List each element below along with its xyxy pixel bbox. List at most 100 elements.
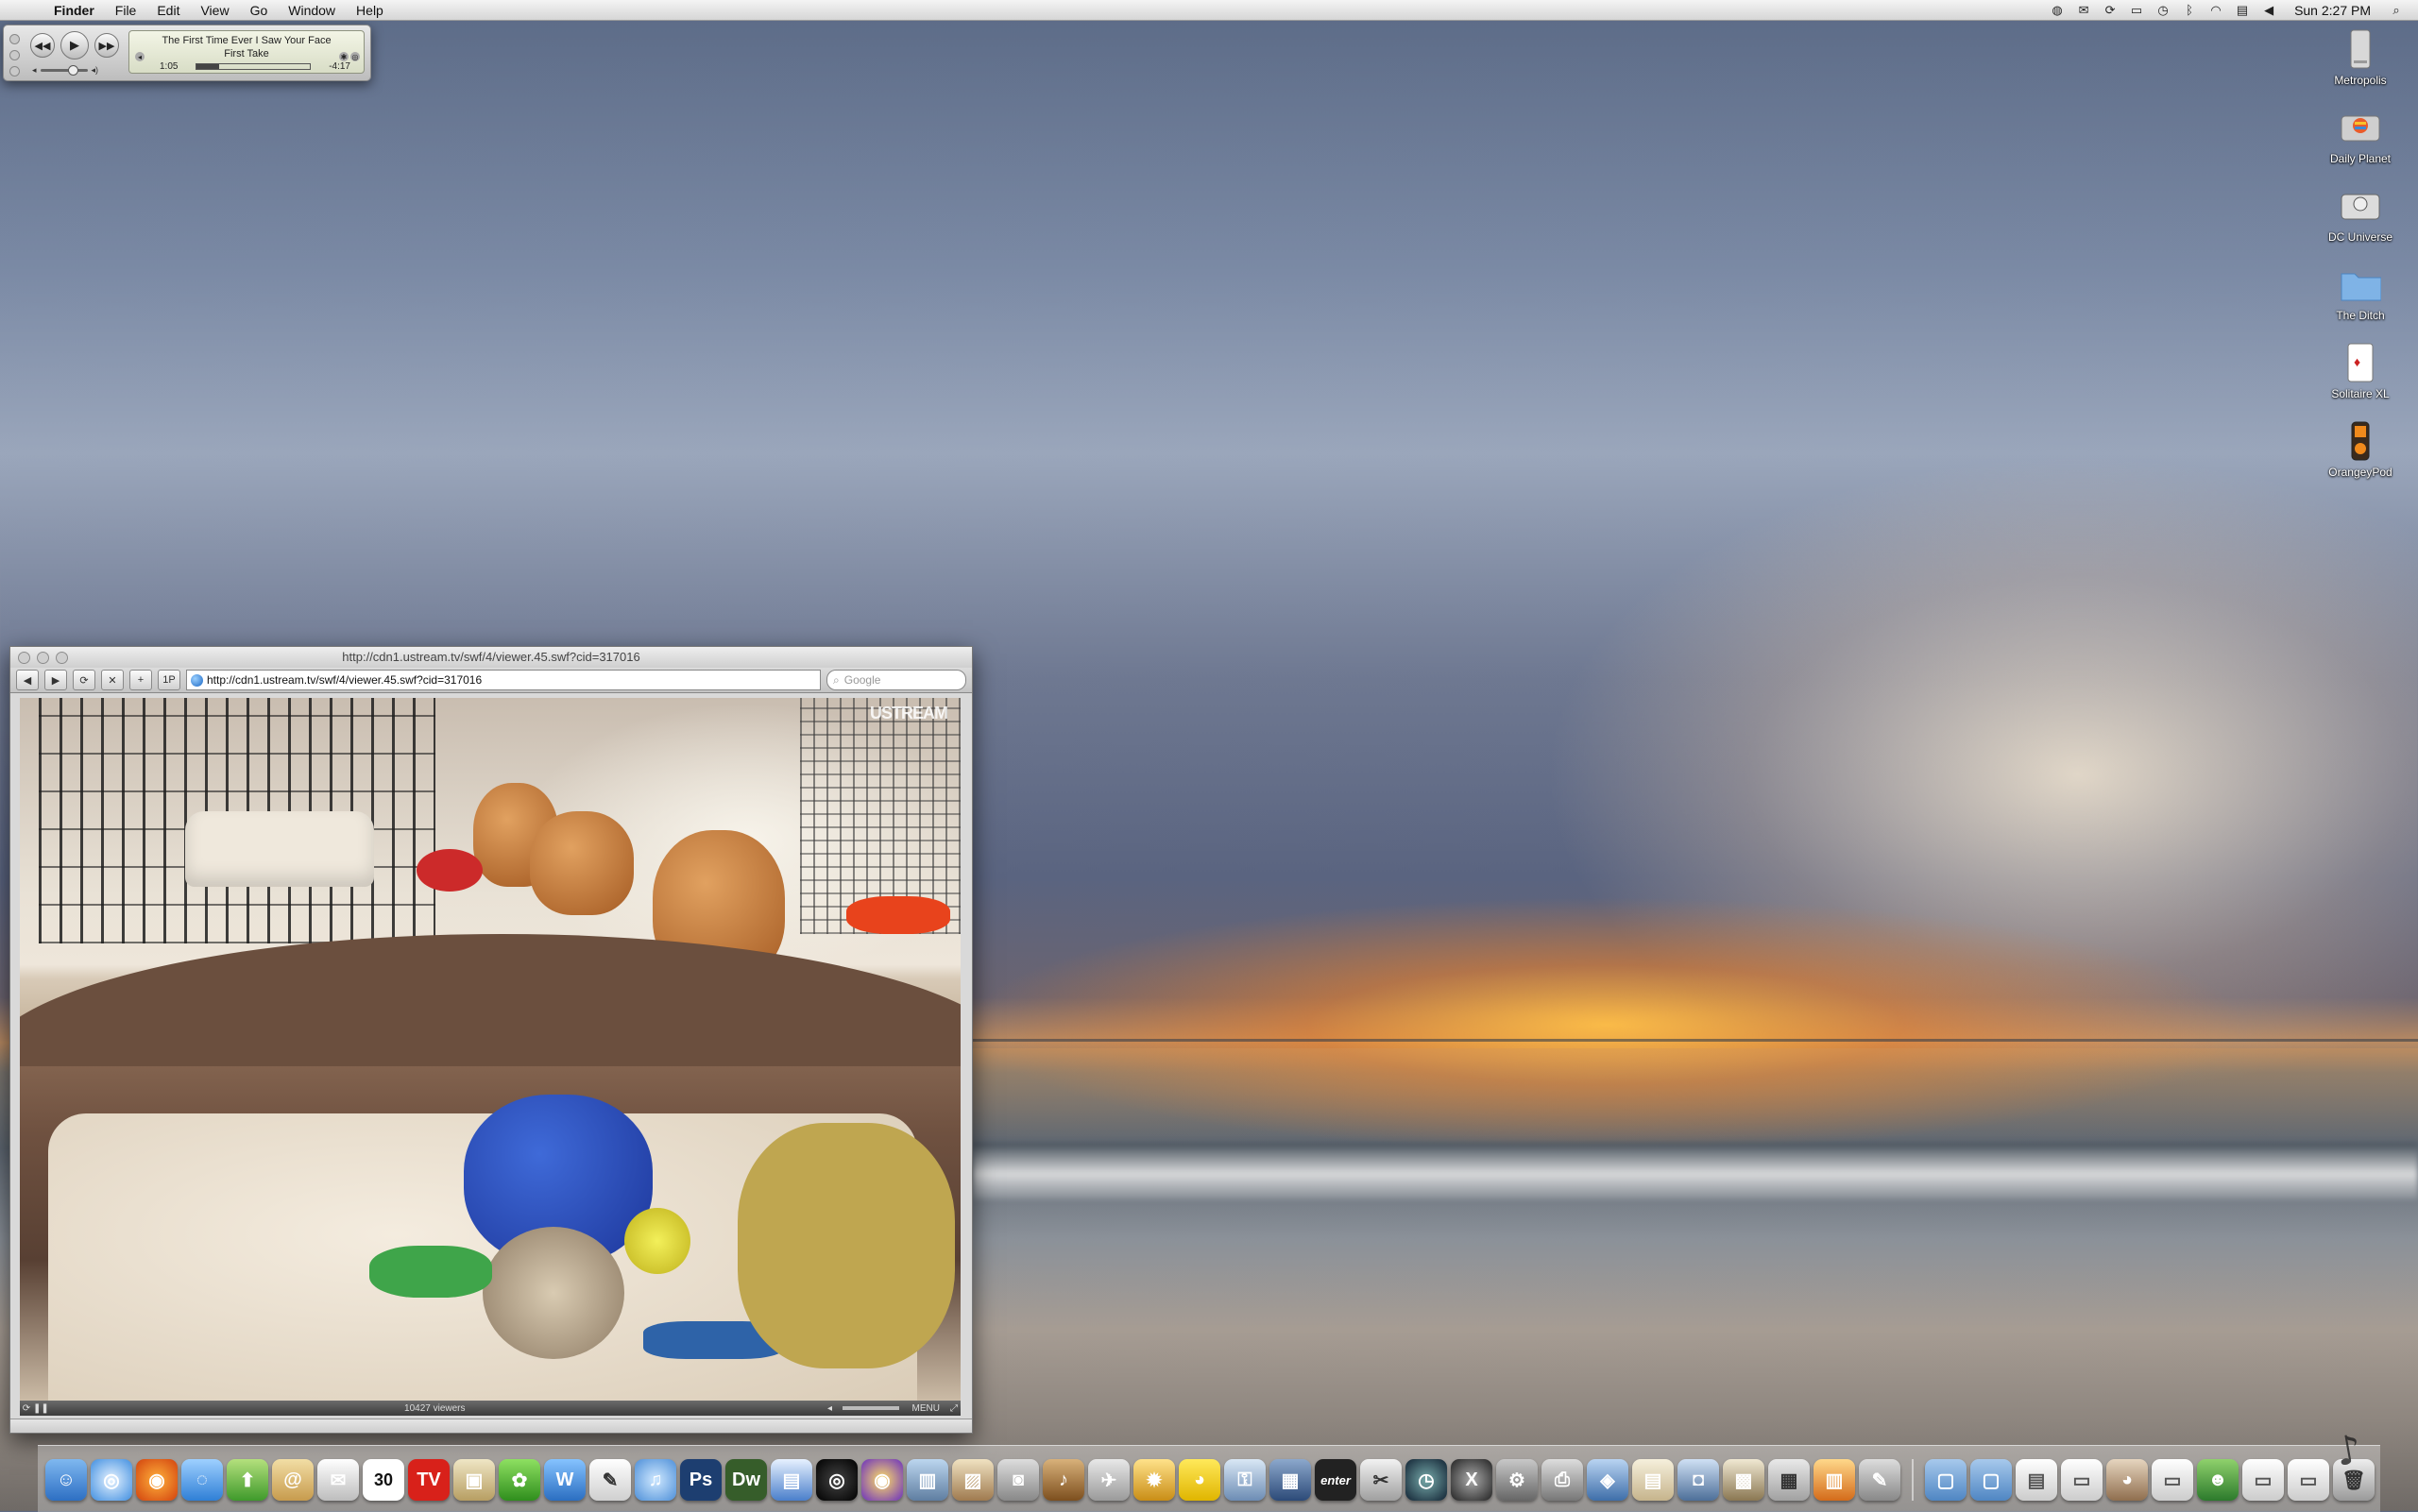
play-button[interactable]: ▶ (60, 31, 89, 59)
wireless-app-icon[interactable]: W (544, 1459, 586, 1501)
network-utility-icon[interactable]: ◈ (1587, 1459, 1628, 1501)
enter-key-icon[interactable]: enter (1315, 1459, 1356, 1501)
video-menu-button[interactable]: MENU (912, 1403, 940, 1414)
finder-icon[interactable]: ☺ (45, 1459, 87, 1501)
mail-icon[interactable]: ✉ (2075, 3, 2092, 18)
close-button[interactable] (9, 34, 20, 44)
utility-icon[interactable]: ✎ (1859, 1459, 1900, 1501)
ichat-icon[interactable]: ◌ (181, 1459, 223, 1501)
apple-menu-icon[interactable] (17, 3, 32, 18)
add-bookmark-button[interactable]: + (129, 670, 152, 690)
stamps-icon[interactable]: ▩ (1723, 1459, 1764, 1501)
document-stack-icon[interactable]: ▤ (2016, 1459, 2057, 1501)
mail-stamp-icon[interactable]: ✉ (317, 1459, 359, 1501)
calculator-icon[interactable]: ▦ (1768, 1459, 1810, 1501)
window-titlebar[interactable]: http://cdn1.ustream.tv/swf/4/viewer.45.s… (10, 647, 972, 668)
app-store-icon[interactable]: ▥ (907, 1459, 948, 1501)
track-progress-bar[interactable] (196, 63, 312, 70)
printer-icon[interactable]: ⎙ (1541, 1459, 1583, 1501)
pdf-button[interactable]: 1P (158, 670, 180, 690)
pause-icon[interactable]: ❚❚ (33, 1403, 49, 1414)
menu-help[interactable]: Help (346, 3, 394, 18)
menubar-clock[interactable]: Sun 2:27 PM (2287, 3, 2378, 18)
desktop-icon-orangeypod[interactable]: OrangeyPod (2308, 420, 2412, 479)
desktop-icon-dc-universe[interactable]: DC Universe (2308, 185, 2412, 244)
volume-knob[interactable] (67, 64, 78, 76)
spotlight-search-icon[interactable]: ⌕ (2388, 3, 2405, 18)
photoshop-icon[interactable]: Ps (680, 1459, 722, 1501)
dvd-player-icon[interactable]: ◎ (816, 1459, 858, 1501)
garageband-icon[interactable]: ♪ (1043, 1459, 1084, 1501)
bluetooth-icon[interactable]: ᛒ (2181, 3, 2198, 18)
search-field[interactable]: ⌕ Google (826, 670, 966, 690)
minimized-window-2-icon[interactable]: ▭ (2242, 1459, 2284, 1501)
color-picker-icon[interactable]: ◉ (861, 1459, 903, 1501)
applications-folder-icon[interactable]: ▢ (1925, 1459, 1967, 1501)
safari-icon[interactable]: ◎ (91, 1459, 132, 1501)
jet-app-icon[interactable]: ✈ (1088, 1459, 1130, 1501)
network-status-icon[interactable]: ◍ (2049, 3, 2066, 18)
keychain-icon[interactable]: ⚿ (1224, 1459, 1266, 1501)
green-character-icon[interactable]: ☻ (2197, 1459, 2239, 1501)
notes-icon[interactable]: ▤ (1632, 1459, 1674, 1501)
menu-file[interactable]: File (105, 3, 147, 18)
now-playing-display[interactable]: ◂ The First Time Ever I Saw Your Face Fi… (128, 30, 365, 74)
time-machine-icon[interactable]: ◷ (2154, 3, 2171, 18)
mac-os-x-icon[interactable]: X (1451, 1459, 1492, 1501)
time-machine-dock-icon[interactable]: ◷ (1405, 1459, 1447, 1501)
wifi-icon[interactable]: ◠ (2207, 3, 2224, 18)
video-stream[interactable]: USTREAM (20, 698, 961, 1401)
ical-icon[interactable]: 30 (363, 1459, 404, 1501)
shuffle-icon[interactable]: ✱ (339, 52, 349, 61)
window-thumbnail-icon[interactable]: ▭ (2061, 1459, 2103, 1501)
menu-app-name[interactable]: Finder (43, 3, 105, 18)
desktop-icon-solitaire-xl[interactable]: ♦ Solitaire XL (2308, 342, 2412, 400)
menu-window[interactable]: Window (278, 3, 346, 18)
upload-arrow-icon[interactable]: ⬆ (227, 1459, 268, 1501)
address-bar[interactable]: http://cdn1.ustream.tv/swf/4/viewer.45.s… (186, 670, 821, 690)
close-button[interactable] (18, 652, 30, 664)
preview-icon[interactable]: ▣ (453, 1459, 495, 1501)
snapback-icon[interactable]: ◂ (135, 52, 145, 61)
scissors-icon[interactable]: ✂ (1360, 1459, 1402, 1501)
refresh-stream-icon[interactable]: ⟳ (20, 1403, 33, 1414)
input-flag-icon[interactable]: ▤ (2234, 3, 2251, 18)
volume-track[interactable] (40, 64, 88, 76)
menu-view[interactable]: View (190, 3, 239, 18)
minimize-button[interactable] (37, 652, 49, 664)
speaker-icon[interactable]: ◂ (824, 1403, 837, 1414)
next-track-button[interactable]: ▶▶ (94, 33, 119, 58)
iphoto-icon[interactable]: ▨ (952, 1459, 994, 1501)
dog-photo-icon[interactable]: ◕ (2106, 1459, 2148, 1501)
books-icon[interactable]: ▥ (1814, 1459, 1855, 1501)
documents-folder-icon[interactable]: ▢ (1970, 1459, 2012, 1501)
stop-button[interactable]: ✕ (101, 670, 124, 690)
desktop-icon-the-ditch[interactable]: The Ditch (2308, 263, 2412, 322)
image-capture-icon[interactable]: ◘ (1677, 1459, 1719, 1501)
zoom-button[interactable] (9, 66, 20, 76)
zoom-button[interactable] (56, 652, 68, 664)
minimized-window-3-icon[interactable]: ▭ (2288, 1459, 2329, 1501)
textedit-icon[interactable]: ✎ (589, 1459, 631, 1501)
pineapple-icon[interactable]: ✹ (1133, 1459, 1175, 1501)
dashboard-icon[interactable]: ▦ (1269, 1459, 1311, 1501)
reload-button[interactable]: ⟳ (73, 670, 95, 690)
back-button[interactable]: ◀ (16, 670, 39, 690)
dreamweaver-icon[interactable]: Dw (725, 1459, 767, 1501)
previous-track-button[interactable]: ◀◀ (30, 33, 55, 58)
equalizer-icon[interactable]: ◎ (350, 52, 360, 61)
video-volume-slider[interactable] (842, 1406, 899, 1410)
firefox-icon[interactable]: ◉ (136, 1459, 178, 1501)
chart-app-icon[interactable]: ▤ (771, 1459, 812, 1501)
sync-icon[interactable]: ⟳ (2102, 3, 2119, 18)
fullscreen-icon[interactable]: ⤢ (947, 1403, 961, 1414)
duck-icon[interactable]: ◕ (1179, 1459, 1220, 1501)
camera-icon[interactable]: ◙ (997, 1459, 1039, 1501)
desktop-icon-daily-planet[interactable]: Daily Planet (2308, 107, 2412, 165)
tv-app-icon[interactable]: TV (408, 1459, 450, 1501)
menu-edit[interactable]: Edit (146, 3, 190, 18)
desktop-icon-metropolis[interactable]: Metropolis (2308, 28, 2412, 87)
menu-go[interactable]: Go (240, 3, 279, 18)
system-preferences-icon[interactable]: ⚙ (1496, 1459, 1538, 1501)
itunes-icon[interactable]: ♫ (635, 1459, 676, 1501)
